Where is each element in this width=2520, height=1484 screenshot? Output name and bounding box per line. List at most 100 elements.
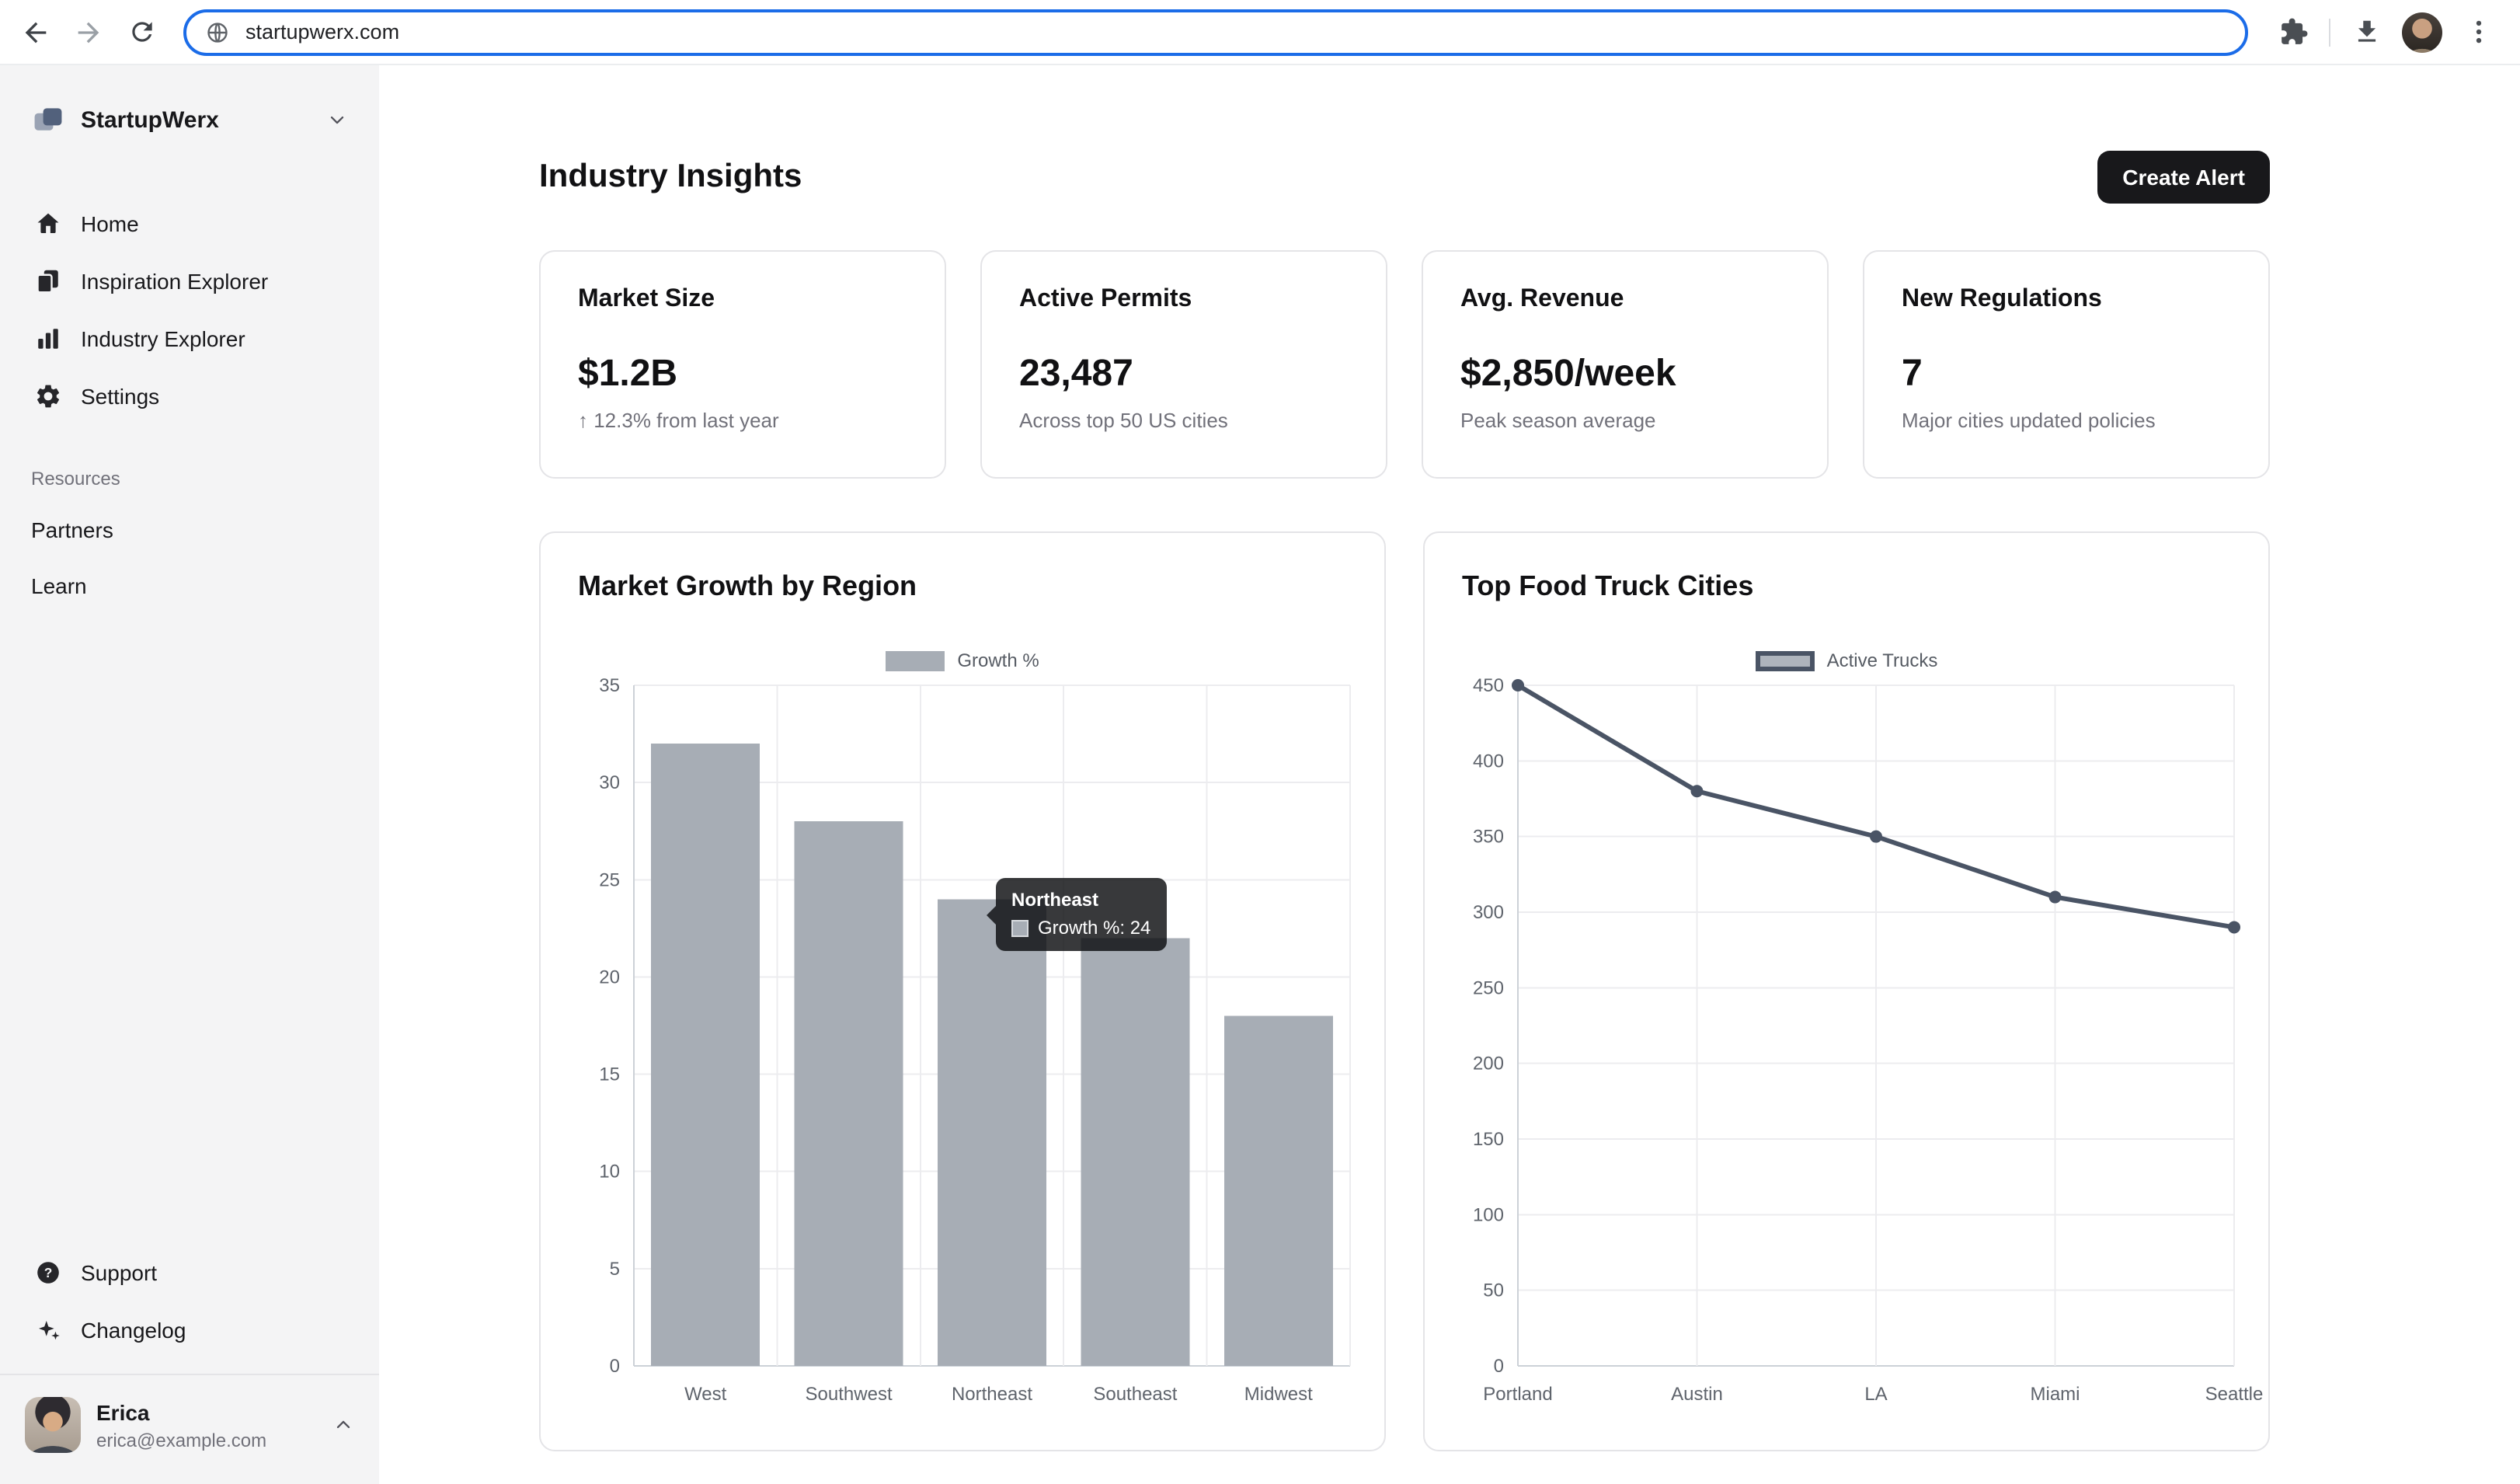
line-chart-legend[interactable]: Active Trucks <box>1462 650 2231 671</box>
svg-text:West: West <box>684 1384 727 1405</box>
chart-tooltip: Northeast Growth %: 24 <box>996 878 1166 951</box>
stat-value: 7 <box>1902 353 2231 396</box>
chart-title: Top Food Truck Cities <box>1462 570 2231 603</box>
user-name: Erica <box>96 1399 317 1424</box>
create-alert-button[interactable]: Create Alert <box>2097 151 2270 204</box>
bar-chart-svg[interactable]: 05101520253035WestSouthwestNortheastSout… <box>578 676 1350 1409</box>
stat-title: New Regulations <box>1902 286 2231 314</box>
svg-text:30: 30 <box>599 772 620 793</box>
chart-card-top-cities: Top Food Truck Cities Active Trucks 0 50 1… <box>1423 531 2270 1451</box>
sidebar-footer: ? Support Changelog <box>0 1245 379 1374</box>
stat-title: Avg. Revenue <box>1460 286 1790 314</box>
sidebar-item-label: Inspiration Explorer <box>81 269 268 294</box>
browser-toolbar: startupwerx.com <box>0 0 2520 65</box>
svg-text:LA: LA <box>1864 1384 1887 1405</box>
stat-subtitle: Peak season average <box>1460 409 1790 432</box>
svg-text:400: 400 <box>1473 751 1504 772</box>
sparkles-icon <box>34 1316 62 1344</box>
profile-avatar[interactable] <box>2402 12 2442 52</box>
stat-subtitle: Major cities updated policies <box>1902 409 2231 432</box>
sidebar-item-inspiration-explorer[interactable]: Inspiration Explorer <box>19 253 360 309</box>
brand-name: StartupWerx <box>81 106 311 133</box>
page-title: Industry Insights <box>539 159 802 196</box>
charts-row: Market Growth by Region Growth % 0510152… <box>539 531 2270 1451</box>
svg-text:Miami: Miami <box>2031 1384 2080 1405</box>
reload-icon <box>127 17 156 47</box>
workspace-switcher[interactable]: StartupWerx <box>19 90 360 149</box>
extensions-button[interactable] <box>2267 5 2320 58</box>
sidebar-item-label: Settings <box>81 384 159 409</box>
sidebar-item-industry-explorer[interactable]: Industry Explorer <box>19 311 360 367</box>
svg-text:50: 50 <box>1483 1280 1504 1301</box>
browser-menu-button[interactable] <box>2452 5 2504 58</box>
sidebar-item-learn[interactable]: Learn <box>0 558 379 614</box>
svg-text:Southeast: Southeast <box>1093 1384 1177 1405</box>
arrow-forward-icon <box>73 16 104 47</box>
sidebar-item-changelog[interactable]: Changelog <box>19 1302 360 1358</box>
svg-text:?: ? <box>44 1265 53 1280</box>
back-button[interactable] <box>9 5 62 58</box>
svg-text:Southwest: Southwest <box>806 1384 893 1405</box>
sidebar-item-label: Industry Explorer <box>81 326 245 351</box>
home-icon <box>34 210 62 238</box>
line-legend-swatch <box>1756 650 1815 671</box>
svg-text:200: 200 <box>1473 1054 1504 1075</box>
user-meta: Erica erica@example.com <box>96 1399 317 1451</box>
svg-text:Northeast: Northeast <box>952 1384 1032 1405</box>
reload-button[interactable] <box>115 5 168 58</box>
svg-text:25: 25 <box>599 869 620 890</box>
svg-text:0: 0 <box>610 1356 620 1377</box>
stat-subtitle: Across top 50 US cities <box>1019 409 1349 432</box>
svg-text:250: 250 <box>1473 977 1504 998</box>
svg-text:300: 300 <box>1473 902 1504 923</box>
puzzle-icon <box>2278 17 2308 47</box>
svg-text:150: 150 <box>1473 1129 1504 1150</box>
line-legend-label: Active Trucks <box>1827 650 1938 671</box>
download-icon <box>2351 17 2381 47</box>
stat-title: Market Size <box>578 286 907 314</box>
sidebar-item-home[interactable]: Home <box>19 196 360 252</box>
svg-text:Austin: Austin <box>1671 1384 1723 1405</box>
bar-legend-swatch <box>886 650 945 671</box>
user-avatar <box>25 1397 81 1453</box>
brand-logo-icon <box>31 103 65 137</box>
stat-title: Active Permits <box>1019 286 1349 314</box>
tooltip-swatch <box>1011 919 1029 936</box>
stat-card-avg-revenue: Avg. Revenue $2,850/week Peak season ave… <box>1422 250 1829 479</box>
svg-text:5: 5 <box>610 1259 620 1280</box>
downloads-button[interactable] <box>2340 5 2393 58</box>
svg-text:0: 0 <box>1494 1356 1504 1377</box>
toolbar-divider <box>2329 18 2330 46</box>
sidebar-item-partners[interactable]: Partners <box>0 502 379 558</box>
browser-window: startupwerx.com StartupWerx <box>0 0 2520 1484</box>
arrow-back-icon <box>20 16 51 47</box>
chevron-up-icon <box>332 1414 354 1436</box>
stat-subtitle: ↑ 12.3% from last year <box>578 409 907 432</box>
bar-chart-legend[interactable]: Growth % <box>578 650 1347 671</box>
pages-icon <box>34 267 62 295</box>
main-content: Industry Insights Create Alert Market Si… <box>379 65 2520 1484</box>
forward-button[interactable] <box>62 5 115 58</box>
bar-legend-label: Growth % <box>957 650 1039 671</box>
tooltip-title: Northeast <box>1011 889 1150 911</box>
chart-card-market-growth: Market Growth by Region Growth % 0510152… <box>539 531 1386 1451</box>
sidebar-item-support[interactable]: ? Support <box>19 1245 360 1301</box>
address-bar[interactable]: startupwerx.com <box>183 9 2248 55</box>
url-text: startupwerx.com <box>245 20 399 44</box>
user-card[interactable]: Erica erica@example.com <box>0 1374 379 1484</box>
svg-text:Midwest: Midwest <box>1244 1384 1313 1405</box>
gear-icon <box>34 382 62 410</box>
stats-row: Market Size $1.2B ↑ 12.3% from last year… <box>539 250 2270 479</box>
sidebar-item-label: Changelog <box>81 1318 186 1343</box>
sidebar-item-label: Support <box>81 1260 157 1285</box>
line-chart-svg[interactable]: 050100150200250300350400450PortlandAusti… <box>1462 676 2234 1409</box>
stat-value: 23,487 <box>1019 353 1349 396</box>
globe-icon <box>205 19 230 44</box>
stat-value: $2,850/week <box>1460 353 1790 396</box>
svg-text:35: 35 <box>599 675 620 696</box>
sidebar-item-settings[interactable]: Settings <box>19 368 360 424</box>
svg-text:100: 100 <box>1473 1204 1504 1225</box>
svg-text:20: 20 <box>599 967 620 988</box>
svg-text:350: 350 <box>1473 827 1504 848</box>
sidebar-item-label: Home <box>81 211 139 236</box>
